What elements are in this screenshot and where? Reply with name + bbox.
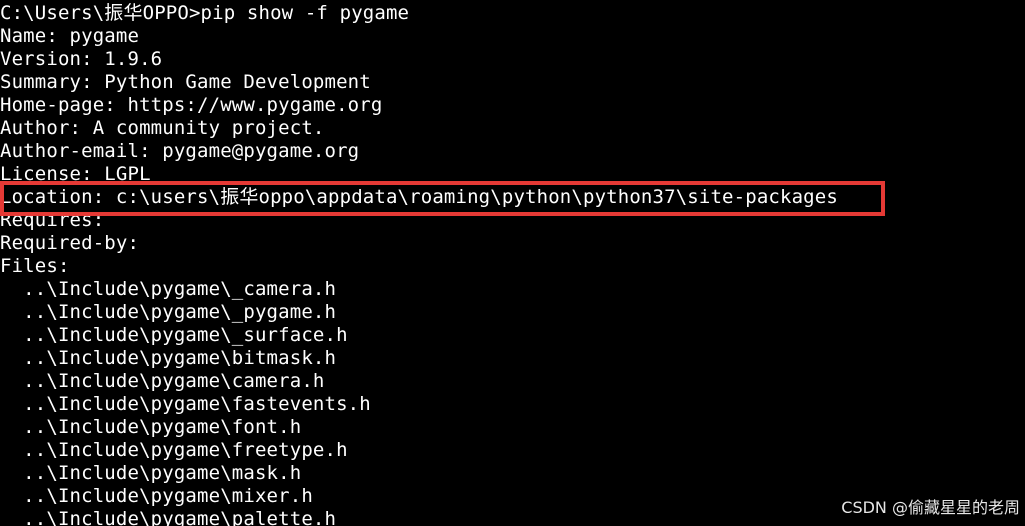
file-entry: ..\Include\pygame\camera.h bbox=[0, 370, 325, 392]
output-line-location: Location: c:\users\振华oppo\appdata\roamin… bbox=[0, 186, 838, 209]
file-entry: ..\Include\pygame\freetype.h bbox=[0, 439, 348, 461]
output-line-summary: Summary: Python Game Development bbox=[0, 71, 371, 93]
output-line-version: Version: 1.9.6 bbox=[0, 48, 163, 70]
command-prompt-line: C:\Users\振华OPPO>pip show -f pygame bbox=[0, 2, 410, 24]
output-line-requires: Requires: bbox=[0, 209, 105, 231]
file-entry: ..\Include\pygame\fastevents.h bbox=[0, 393, 371, 415]
output-line-required-by: Required-by: bbox=[0, 232, 140, 254]
output-line-author-email: Author-email: pygame@pygame.org bbox=[0, 140, 360, 162]
file-entry: ..\Include\pygame\mixer.h bbox=[0, 485, 313, 507]
output-line-files: Files: bbox=[0, 255, 70, 277]
output-line-name: Name: pygame bbox=[0, 25, 140, 47]
file-entry: ..\Include\pygame\_camera.h bbox=[0, 278, 337, 300]
output-line-license: License: LGPL bbox=[0, 163, 151, 185]
terminal-window[interactable]: C:\Users\振华OPPO>pip show -f pygame Name:… bbox=[0, 0, 1025, 526]
file-entry: ..\Include\pygame\bitmask.h bbox=[0, 347, 337, 369]
file-entry: ..\Include\pygame\palette.h bbox=[0, 508, 337, 526]
output-line-author: Author: A community project. bbox=[0, 117, 325, 139]
file-entry: ..\Include\pygame\_pygame.h bbox=[0, 301, 337, 323]
output-line-homepage: Home-page: https://www.pygame.org bbox=[0, 94, 383, 116]
file-entry: ..\Include\pygame\mask.h bbox=[0, 462, 302, 484]
file-entry: ..\Include\pygame\font.h bbox=[0, 416, 302, 438]
csdn-watermark: CSDN @偷藏星星的老周 bbox=[841, 498, 1020, 517]
file-entry: ..\Include\pygame\_surface.h bbox=[0, 324, 348, 346]
